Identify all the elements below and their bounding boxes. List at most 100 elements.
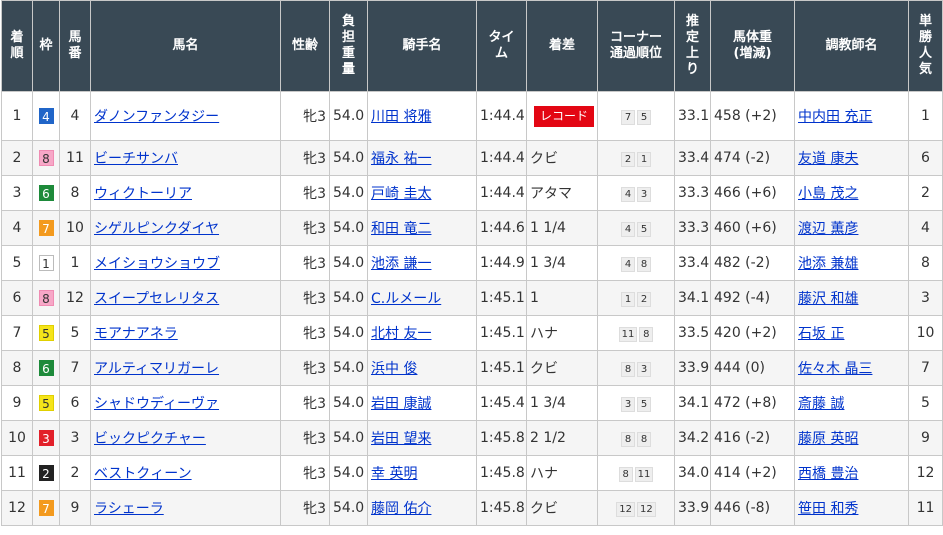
horse-name-link[interactable]: シゲルピンクダイヤ: [94, 221, 219, 237]
margin-value: クビ: [530, 151, 558, 167]
last3f-value: 33.1: [678, 108, 710, 124]
trainer-link[interactable]: 西橋 豊治: [798, 466, 858, 482]
weight-cell: 54.0: [329, 175, 368, 211]
horse-name-link[interactable]: ビックピクチャー: [94, 431, 206, 447]
margin-value: ハナ: [530, 466, 558, 482]
trainer-link[interactable]: 石坂 正: [798, 326, 844, 342]
margin-cell: クビ: [526, 350, 598, 386]
umaban-cell: 8: [59, 175, 91, 211]
last3f-cell: 33.3: [674, 210, 711, 246]
rank-cell: 9: [1, 385, 33, 421]
last3f-cell: 33.4: [674, 245, 711, 281]
horse-name-link[interactable]: メイショウショウブ: [94, 256, 220, 272]
header-line: 勝: [918, 30, 932, 45]
sex-age-value: 牝3: [303, 109, 326, 125]
jockey-link[interactable]: 川田 将雅: [371, 109, 431, 125]
jockey-link[interactable]: 岩田 望来: [371, 431, 431, 447]
weight-cell: 54.0: [329, 455, 368, 491]
trainer-link[interactable]: 笹田 和秀: [798, 501, 858, 517]
corner-position: 12: [637, 501, 656, 517]
jockey-link[interactable]: C.ルメール: [371, 291, 441, 307]
horse-name-link[interactable]: スイープセレリタス: [94, 291, 219, 307]
waku-cell: 6: [32, 175, 60, 211]
trainer-link[interactable]: 池添 兼雄: [798, 256, 858, 272]
weight-cell: 54.0: [329, 245, 368, 281]
umaban-cell: 10: [59, 210, 91, 246]
corner-cell: 11 8: [597, 315, 675, 351]
trainer-link[interactable]: 藤沢 和雄: [798, 291, 858, 307]
jockey-link[interactable]: 池添 謙一: [371, 256, 431, 272]
weight-cell: 54.0: [329, 385, 368, 421]
horse-name-link[interactable]: ウィクトーリア: [94, 186, 192, 202]
popularity-value: 4: [921, 220, 930, 236]
jockey-cell: 川田 将雅: [367, 91, 477, 141]
corner-position: 8: [621, 361, 635, 377]
header-line: 担: [341, 30, 355, 45]
time-value: 1:45.1: [480, 325, 525, 341]
rank-cell: 2: [1, 140, 33, 176]
umaban-value: 6: [70, 395, 80, 411]
header-waku: 枠: [32, 0, 60, 92]
umaban-value: 3: [70, 430, 80, 446]
trainer-link[interactable]: 藤原 英昭: [798, 431, 858, 447]
horse-name-link[interactable]: ベストクィーン: [94, 466, 192, 482]
last3f-cell: 34.0: [674, 455, 711, 491]
time-cell: 1:45.1: [476, 350, 527, 386]
popularity-cell: 3: [908, 280, 943, 316]
horse-name-link[interactable]: ラシェーラ: [94, 501, 164, 517]
jockey-link[interactable]: 福永 祐一: [371, 151, 431, 167]
header-horse-name: 馬名: [90, 0, 281, 92]
jockey-link[interactable]: 藤岡 佑介: [371, 501, 431, 517]
umaban-cell: 9: [59, 490, 91, 526]
body-weight-cell: 482 (-2): [710, 245, 795, 281]
horse-name-link[interactable]: モアナアネラ: [94, 326, 178, 342]
trainer-link[interactable]: 中内田 充正: [798, 109, 872, 125]
popularity-cell: 6: [908, 140, 943, 176]
time-cell: 1:44.4: [476, 175, 527, 211]
last3f-value: 34.1: [678, 290, 710, 306]
jockey-link[interactable]: 浜中 俊: [371, 361, 417, 377]
jockey-link[interactable]: 幸 英明: [371, 466, 417, 482]
umaban-value: 9: [70, 500, 80, 516]
waku-badge: 7: [38, 219, 54, 236]
jockey-link[interactable]: 戸崎 圭太: [371, 186, 431, 202]
jockey-link[interactable]: 岩田 康誠: [371, 396, 431, 412]
body-weight-value: 458 (+2): [714, 108, 777, 124]
body-weight-cell: 460 (+6): [710, 210, 795, 246]
weight-cell: 54.0: [329, 350, 368, 386]
sex-age-value: 牝3: [303, 396, 326, 412]
trainer-link[interactable]: 佐々木 晶三: [798, 361, 872, 377]
umaban-value: 12: [66, 290, 84, 306]
waku-cell: 4: [32, 91, 60, 141]
waku-badge: 3: [38, 429, 54, 446]
trainer-cell: 藤原 英昭: [794, 420, 909, 456]
body-weight-value: 466 (+6): [714, 185, 777, 201]
time-cell: 1:45.8: [476, 455, 527, 491]
sex-age-cell: 牝3: [280, 420, 330, 456]
header-line: 番: [68, 46, 82, 61]
horse-name-link[interactable]: ダノンファンタジー: [94, 109, 219, 125]
weight-cell: 54.0: [329, 210, 368, 246]
horse-name-link[interactable]: ビーチサンバ: [94, 151, 178, 167]
trainer-link[interactable]: 友道 康夫: [798, 151, 858, 167]
time-value: 1:45.8: [480, 430, 525, 446]
rank-value: 6: [12, 290, 22, 306]
header-umaban: 馬番: [59, 0, 91, 92]
jockey-link[interactable]: 和田 竜二: [371, 221, 431, 237]
last3f-value: 33.3: [678, 220, 710, 236]
jockey-link[interactable]: 北村 友一: [371, 326, 431, 342]
horse-name-cell: モアナアネラ: [90, 315, 281, 351]
horse-name-link[interactable]: アルティマリガーレ: [94, 361, 219, 377]
weight-cell: 54.0: [329, 91, 368, 141]
horse-name-link[interactable]: シャドウディーヴァ: [94, 396, 219, 412]
waku-badge: 7: [38, 499, 54, 516]
jockey-cell: 浜中 俊: [367, 350, 477, 386]
jockey-cell: 藤岡 佑介: [367, 490, 477, 526]
trainer-link[interactable]: 小島 茂之: [798, 186, 858, 202]
weight-value: 54.0: [333, 255, 365, 271]
umaban-value: 7: [70, 360, 80, 376]
waku-cell: 7: [32, 210, 60, 246]
trainer-link[interactable]: 斎藤 誠: [798, 396, 844, 412]
trainer-link[interactable]: 渡辺 薫彦: [798, 221, 858, 237]
header-time: タイム: [476, 0, 527, 92]
